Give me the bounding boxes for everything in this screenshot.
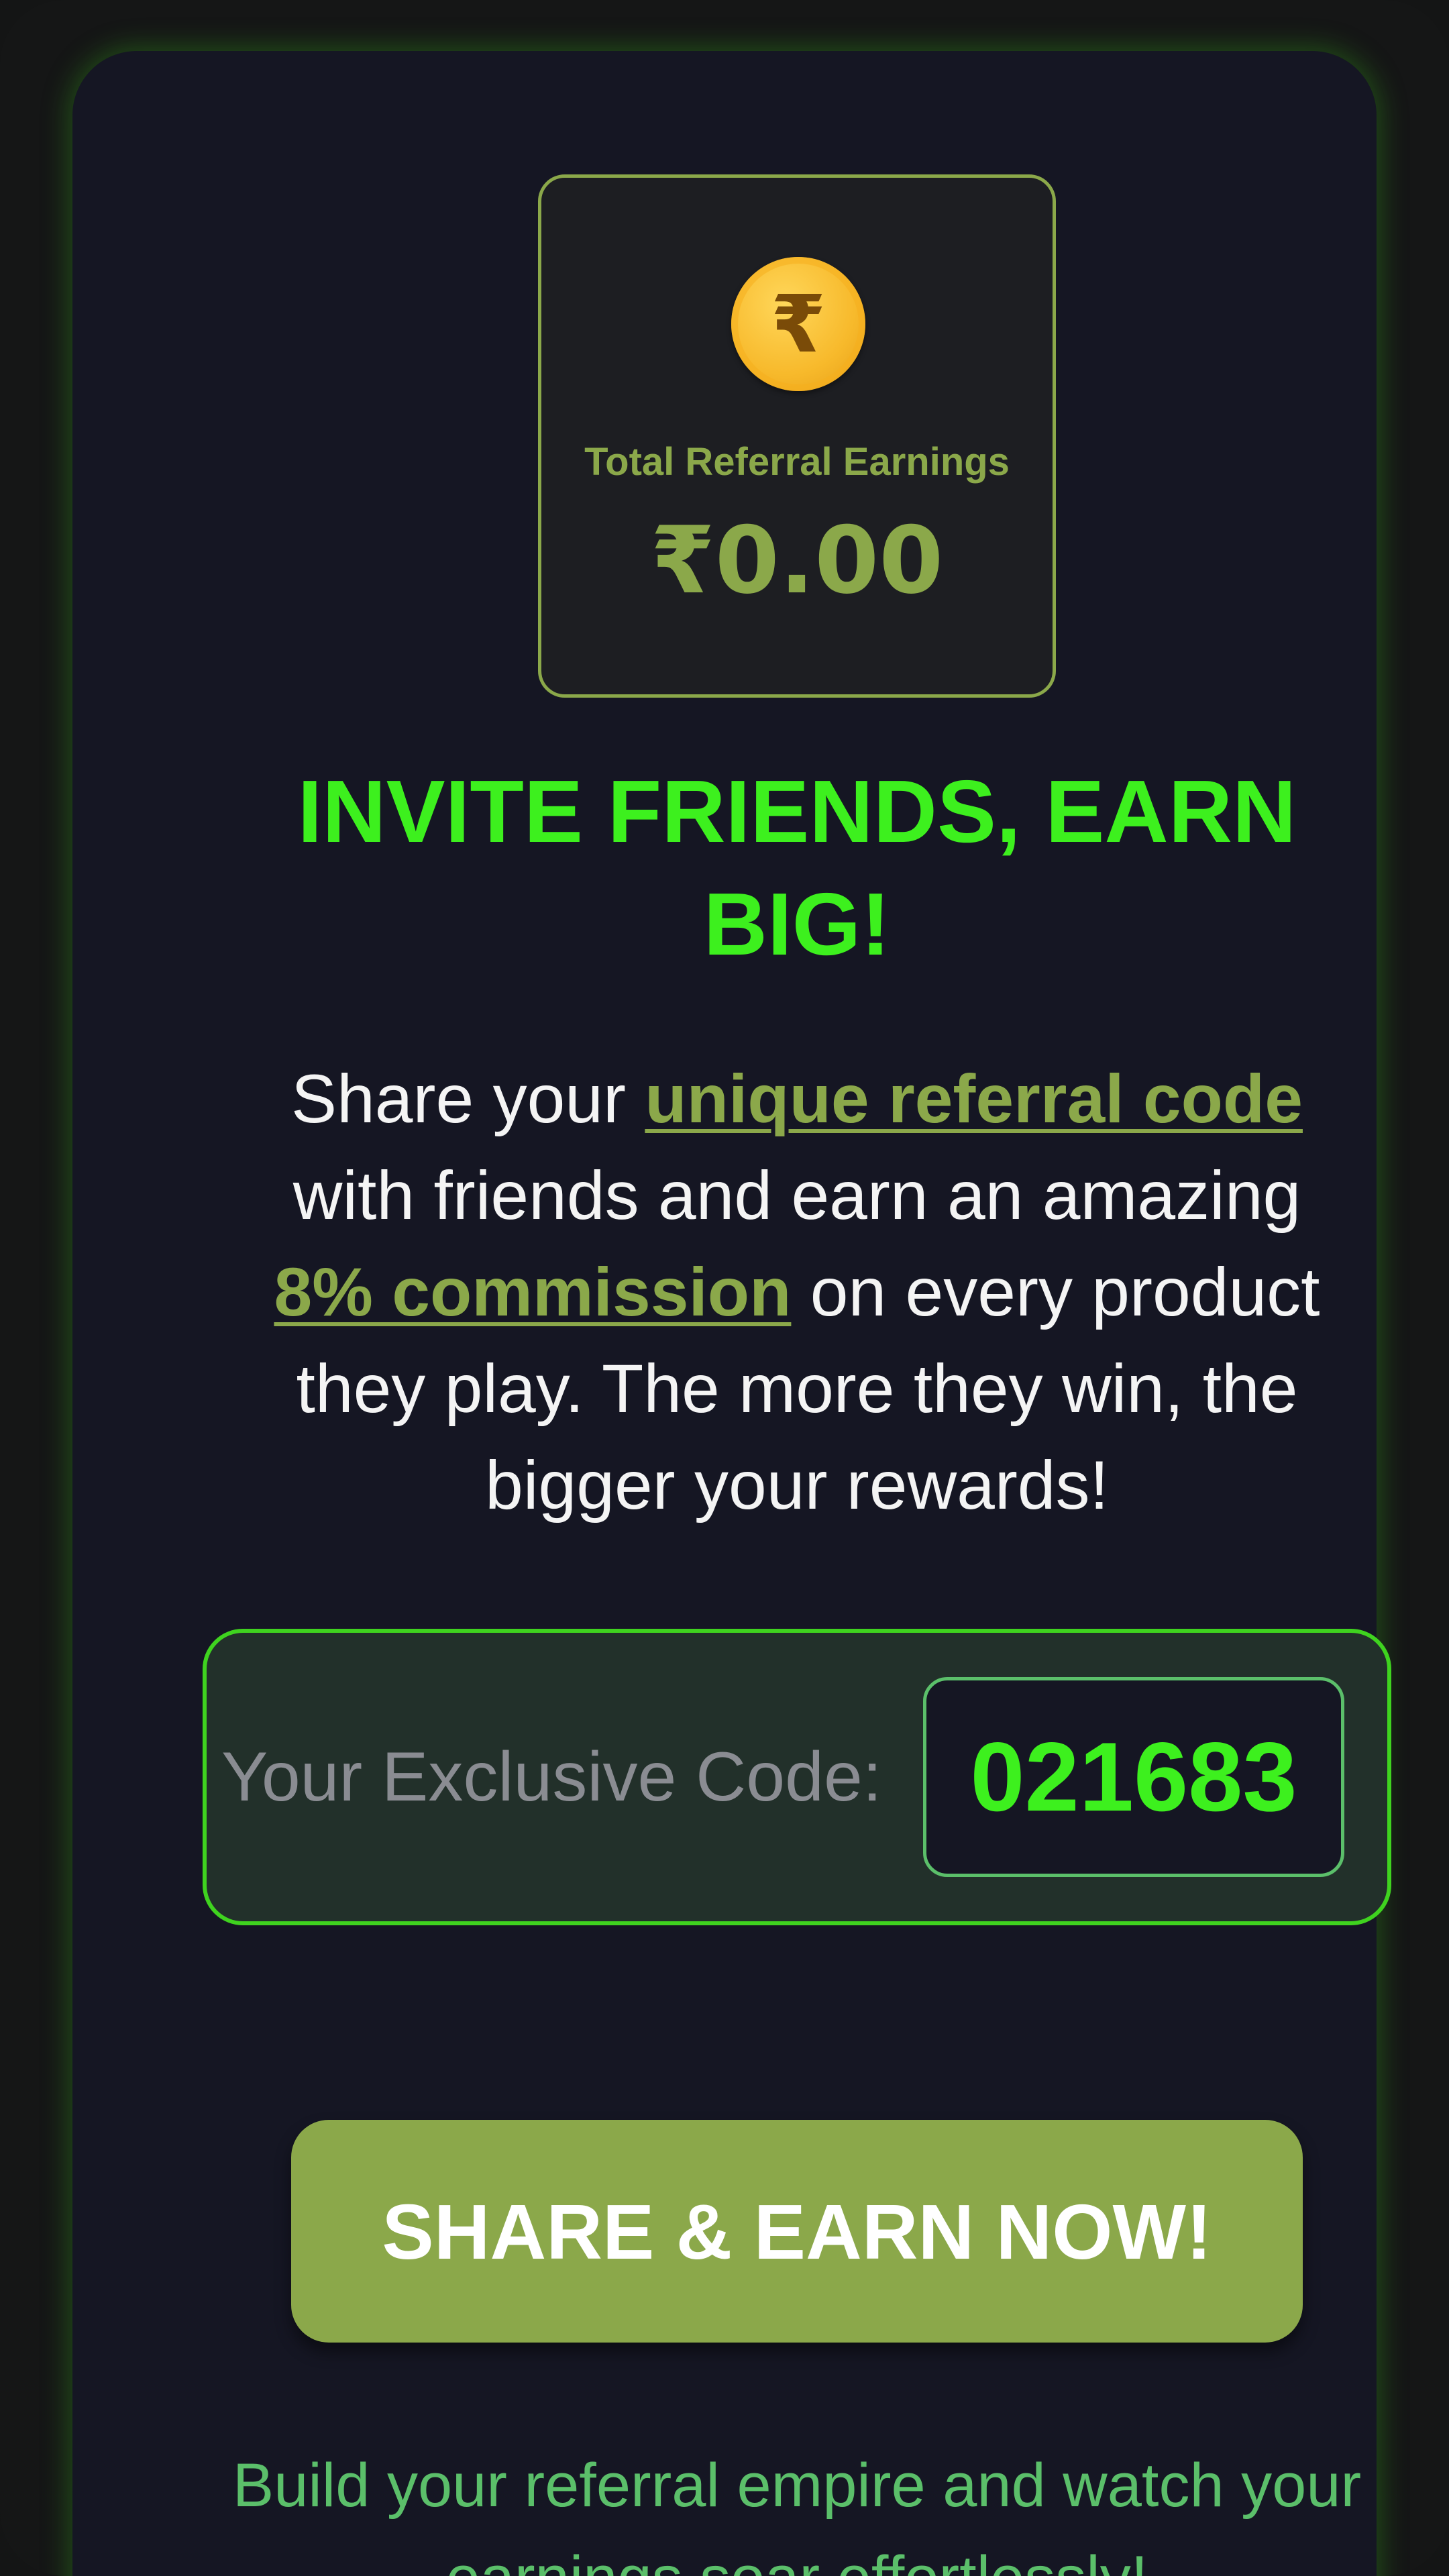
earnings-value: ₹0.00: [650, 506, 944, 614]
rupee-coin-icon: ₹: [731, 257, 865, 391]
code-value-box[interactable]: 021683: [923, 1677, 1344, 1877]
code-label: Your Exclusive Code:: [221, 1738, 882, 1816]
description-text-2: with friends and earn an amazing: [292, 1157, 1301, 1234]
device-frame: ₹ Total Referral Earnings ₹0.00 INVITE F…: [0, 0, 1449, 2576]
description-text-1: Share your: [291, 1061, 645, 1137]
earnings-summary-box: ₹ Total Referral Earnings ₹0.00: [538, 174, 1056, 698]
rupee-symbol: ₹: [770, 278, 826, 370]
referral-code-value[interactable]: 021683: [926, 1680, 1341, 1874]
referral-card: ₹ Total Referral Earnings ₹0.00 INVITE F…: [72, 51, 1391, 2576]
referral-description: Share your unique referral code with fri…: [240, 1051, 1354, 1534]
commission-highlight: 8% commission: [274, 1254, 792, 1330]
page-headline: INVITE FRIENDS, EARN BIG!: [297, 762, 1297, 973]
earnings-label: Total Referral Earnings: [584, 440, 1010, 484]
share-earn-button[interactable]: SHARE & EARN NOW!: [291, 2120, 1303, 2343]
referral-code-box: Your Exclusive Code: 021683: [203, 1629, 1391, 1925]
share-button-label: SHARE & EARN NOW!: [382, 2188, 1212, 2275]
referral-code-highlight: unique referral code: [645, 1061, 1303, 1137]
footer-tagline: Build your referral empire and watch you…: [232, 2451, 1362, 2576]
